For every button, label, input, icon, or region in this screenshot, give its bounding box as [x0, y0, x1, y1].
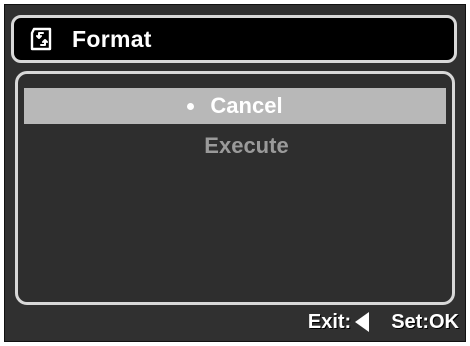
menu-item-execute[interactable]: Execute: [24, 128, 446, 164]
set-ok-hint: Set:OK: [391, 310, 459, 333]
menu-panel: Cancel Execute: [15, 71, 455, 305]
exit-label: Exit:: [307, 310, 352, 333]
title-bar: Format: [11, 15, 457, 63]
selection-bullet-icon: [187, 102, 195, 110]
menu-list: Cancel Execute: [24, 88, 446, 164]
left-arrow-icon: [355, 312, 370, 332]
footer-hints: Exit: Set:OK: [308, 307, 459, 337]
page-title: Format: [72, 25, 152, 52]
menu-item-label: Cancel: [210, 93, 283, 118]
format-card-icon: [28, 25, 56, 53]
exit-hint: Exit:: [307, 310, 370, 334]
menu-item-cancel[interactable]: Cancel: [24, 88, 446, 124]
menu-item-label: Execute: [204, 133, 289, 158]
camera-screen: Format Cancel Execute Exit: Set:OK: [4, 4, 466, 342]
